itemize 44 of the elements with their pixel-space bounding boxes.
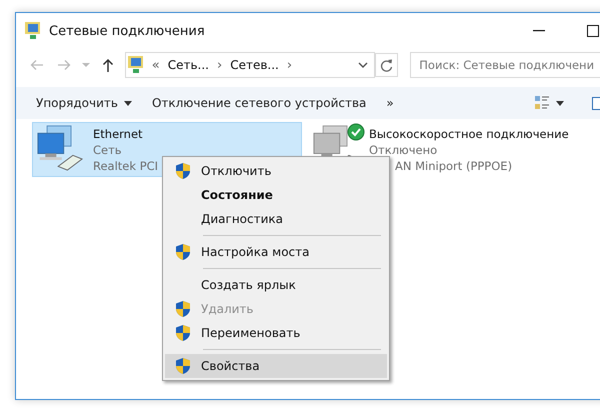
adapter-name: Realtek PCI	[93, 158, 158, 174]
toolbar-button[interactable]: Отключение сетевого устройства	[144, 92, 374, 114]
refresh-icon	[380, 58, 393, 72]
maximize-icon	[587, 25, 599, 37]
up-arrow-icon	[102, 58, 114, 72]
menu-item[interactable]: Свойства	[165, 354, 387, 378]
chevron-down-icon[interactable]	[358, 62, 368, 68]
menu-item[interactable]: Переименовать	[165, 321, 387, 345]
adapter-name: AN Miniport (PPPOE)	[395, 158, 514, 174]
computer-network-icon	[35, 125, 85, 171]
details-view-icon	[534, 95, 550, 111]
connection-name: Высокоскоростное подключение	[369, 126, 569, 142]
breadcrumb-separator[interactable]: ›	[286, 58, 292, 72]
connection-name: Ethernet	[93, 126, 144, 142]
search-field[interactable]: Поиск: Сетевые подключени	[410, 52, 600, 78]
menu-item[interactable]: Состояние	[165, 183, 387, 207]
caret-icon	[556, 100, 564, 106]
toolbar-button[interactable]: Упорядочить	[28, 92, 140, 114]
caret-icon	[82, 62, 90, 68]
breadcrumb-item[interactable]: Сетев...	[230, 58, 279, 72]
network-folder-icon	[25, 22, 41, 40]
shield-icon	[175, 162, 191, 180]
shield-icon	[175, 243, 191, 261]
minimize-icon	[533, 30, 545, 32]
refresh-button[interactable]	[374, 53, 398, 77]
menu-item[interactable]: Диагностика	[165, 207, 387, 231]
shield-icon	[175, 324, 191, 342]
shield-icon	[175, 357, 191, 375]
menu-item[interactable]: Настройка моста	[165, 240, 387, 264]
menu-item[interactable]: Создать ярлык	[165, 273, 387, 297]
toolbar-button[interactable]: »	[378, 92, 402, 114]
connection-status: Отключено	[369, 142, 438, 158]
breadcrumb-item[interactable]: Сеть...	[168, 58, 209, 72]
caret-icon	[124, 100, 132, 106]
forward-arrow-icon	[57, 59, 72, 71]
address-bar[interactable]: « Сеть... › Сетев... ›	[124, 52, 375, 78]
shield-icon	[175, 300, 191, 318]
network-folder-icon	[128, 56, 144, 74]
overflow-chevron[interactable]: «	[152, 58, 160, 72]
connection-status: Сеть	[93, 142, 123, 158]
window-title: Сетевые подключения	[49, 24, 205, 38]
check-badge-icon	[347, 123, 365, 141]
breadcrumb-separator[interactable]: ›	[217, 58, 222, 72]
back-arrow-icon	[30, 59, 44, 71]
